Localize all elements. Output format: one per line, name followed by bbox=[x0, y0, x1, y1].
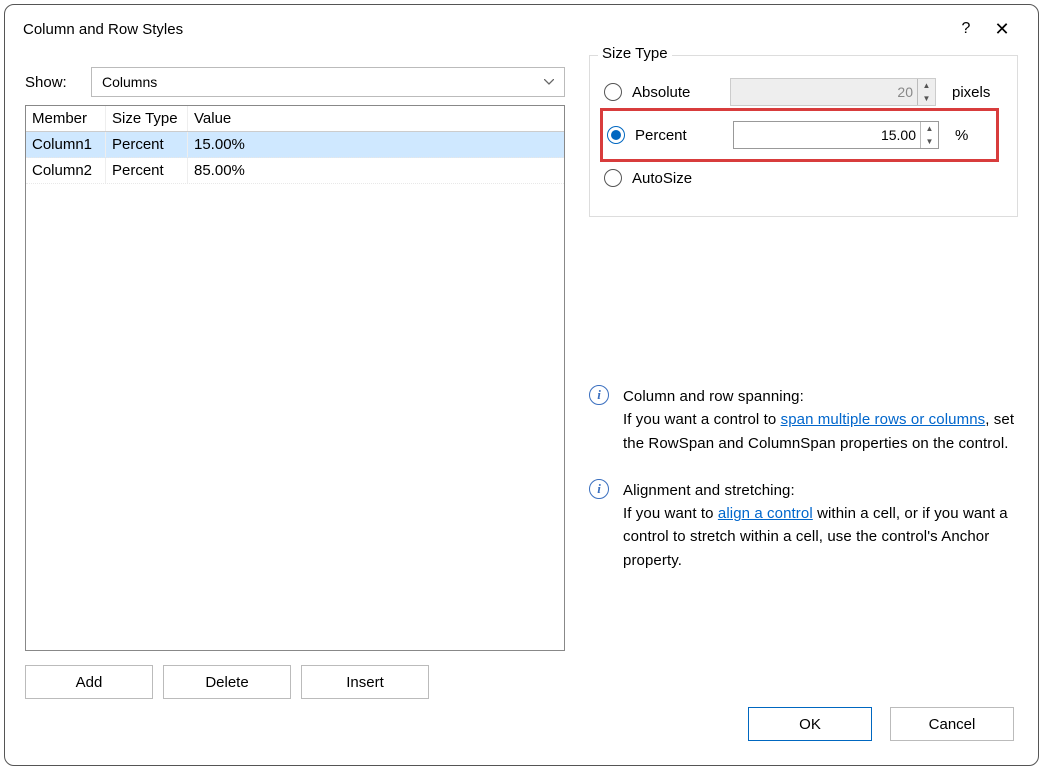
percent-spinner: ▲ ▼ bbox=[920, 122, 938, 148]
add-button[interactable]: Add bbox=[25, 665, 153, 699]
info-icon: i bbox=[589, 479, 609, 499]
info-spanning-text: Column and row spanning: If you want a c… bbox=[623, 385, 1018, 455]
align-control-link[interactable]: align a control bbox=[718, 505, 813, 522]
percent-value[interactable] bbox=[734, 122, 920, 148]
cell-member: Column2 bbox=[26, 158, 106, 183]
percent-input[interactable]: ▲ ▼ bbox=[733, 121, 939, 149]
cell-value: 85.00% bbox=[188, 158, 564, 183]
ok-button[interactable]: OK bbox=[748, 707, 872, 741]
cell-value: 15.00% bbox=[188, 132, 564, 157]
show-label: Show: bbox=[25, 74, 79, 91]
percent-label: Percent bbox=[635, 127, 723, 144]
percent-highlight: Percent ▲ ▼ % bbox=[600, 108, 999, 162]
info-spanning: i Column and row spanning: If you want a… bbox=[589, 385, 1018, 455]
info-spanning-title: Column and row spanning: bbox=[623, 388, 804, 405]
autosize-row: AutoSize bbox=[604, 158, 1003, 198]
sizetype-group: Size Type Absolute ▲ ▼ pixels bbox=[589, 55, 1018, 217]
autosize-label: AutoSize bbox=[632, 170, 720, 187]
th-value[interactable]: Value bbox=[188, 106, 564, 131]
autosize-radio[interactable] bbox=[604, 169, 622, 187]
cell-sizetype: Percent bbox=[106, 158, 188, 183]
table-row[interactable]: Column2 Percent 85.00% bbox=[26, 158, 564, 184]
absolute-spinner: ▲ ▼ bbox=[917, 79, 935, 105]
dialog-content: Show: Columns Member Size Type Value Col… bbox=[5, 47, 1038, 707]
spin-down-icon[interactable]: ▼ bbox=[921, 135, 938, 148]
table-row[interactable]: Column1 Percent 15.00% bbox=[26, 132, 564, 158]
info-icon: i bbox=[589, 385, 609, 405]
right-panel: Size Type Absolute ▲ ▼ pixels bbox=[589, 55, 1018, 699]
info-spanning-prefix: If you want a control to bbox=[623, 411, 781, 428]
absolute-row: Absolute ▲ ▼ pixels bbox=[604, 72, 1003, 112]
dialog-buttons: OK Cancel bbox=[5, 707, 1038, 765]
absolute-value bbox=[731, 79, 917, 105]
spin-up-icon[interactable]: ▲ bbox=[921, 122, 938, 135]
sizetype-group-title: Size Type bbox=[598, 45, 672, 62]
absolute-label: Absolute bbox=[632, 84, 720, 101]
left-panel: Show: Columns Member Size Type Value Col… bbox=[25, 55, 565, 699]
spin-down-icon: ▼ bbox=[918, 92, 935, 105]
percent-unit: % bbox=[955, 127, 968, 144]
table-header: Member Size Type Value bbox=[26, 106, 564, 132]
info-alignment-title: Alignment and stretching: bbox=[623, 482, 795, 499]
info-section: i Column and row spanning: If you want a… bbox=[589, 385, 1018, 572]
info-alignment-prefix: If you want to bbox=[623, 505, 718, 522]
percent-radio[interactable] bbox=[607, 126, 625, 144]
insert-button[interactable]: Insert bbox=[301, 665, 429, 699]
cancel-button[interactable]: Cancel bbox=[890, 707, 1014, 741]
info-alignment-text: Alignment and stretching: If you want to… bbox=[623, 479, 1018, 572]
show-dropdown[interactable]: Columns bbox=[91, 67, 565, 97]
span-rows-columns-link[interactable]: span multiple rows or columns bbox=[781, 411, 986, 428]
info-alignment: i Alignment and stretching: If you want … bbox=[589, 479, 1018, 572]
table-buttons: Add Delete Insert bbox=[25, 665, 565, 699]
show-dropdown-value: Columns bbox=[102, 74, 157, 90]
help-icon[interactable]: ? bbox=[948, 20, 984, 38]
titlebar: Column and Row Styles ? ✕ bbox=[5, 5, 1038, 47]
members-table: Member Size Type Value Column1 Percent 1… bbox=[25, 105, 565, 651]
cell-member: Column1 bbox=[26, 132, 106, 157]
close-icon[interactable]: ✕ bbox=[984, 19, 1020, 40]
percent-row: Percent ▲ ▼ % bbox=[607, 115, 992, 155]
spin-up-icon: ▲ bbox=[918, 79, 935, 92]
dialog-title: Column and Row Styles bbox=[23, 21, 948, 38]
chevron-down-icon bbox=[544, 79, 554, 85]
delete-button[interactable]: Delete bbox=[163, 665, 291, 699]
absolute-radio[interactable] bbox=[604, 83, 622, 101]
th-sizetype[interactable]: Size Type bbox=[106, 106, 188, 131]
cell-sizetype: Percent bbox=[106, 132, 188, 157]
show-row: Show: Columns bbox=[25, 67, 565, 97]
absolute-input: ▲ ▼ bbox=[730, 78, 936, 106]
absolute-unit: pixels bbox=[952, 84, 990, 101]
th-member[interactable]: Member bbox=[26, 106, 106, 131]
dialog: Column and Row Styles ? ✕ Show: Columns … bbox=[4, 4, 1039, 766]
